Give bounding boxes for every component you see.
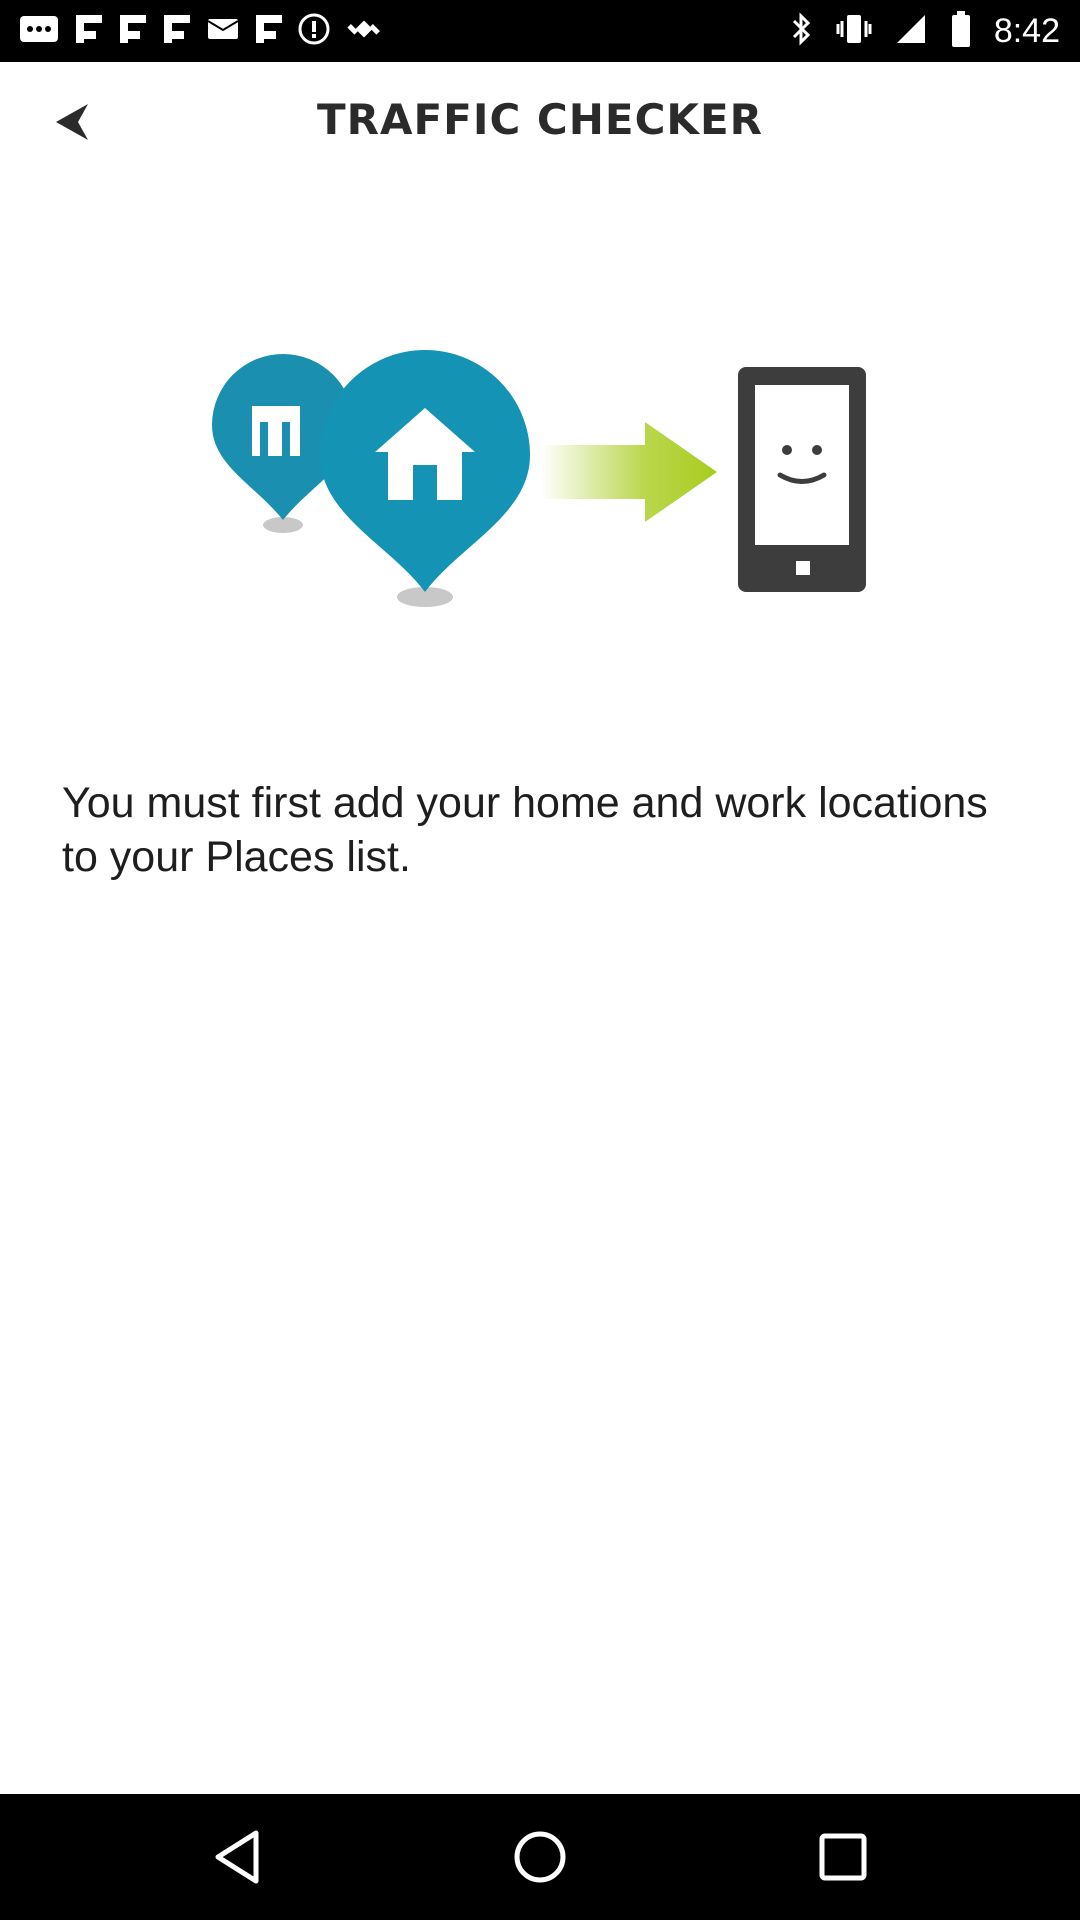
flipboard-icon xyxy=(162,13,192,50)
traffic-illustration xyxy=(200,340,880,630)
status-bar: 8:42 xyxy=(0,0,1080,62)
back-button[interactable] xyxy=(40,90,104,154)
smartphone-smiley-icon xyxy=(738,367,866,592)
data-off-icon xyxy=(894,12,928,51)
flipboard-icon xyxy=(118,13,148,50)
recents-nav-icon xyxy=(819,1833,867,1881)
flipboard-icon xyxy=(74,13,104,50)
system-nav-bar xyxy=(0,1794,1080,1920)
home-location-pin-icon xyxy=(320,350,530,607)
app-header: TRAFFIC CHECKER xyxy=(0,62,1080,178)
bluetooth-icon xyxy=(790,11,814,52)
nav-home-button[interactable] xyxy=(500,1817,580,1897)
instruction-message: You must first add your home and work lo… xyxy=(62,779,988,881)
arrow-right-icon xyxy=(540,422,717,522)
nav-recents-button[interactable] xyxy=(803,1817,883,1897)
status-time: 8:42 xyxy=(993,11,1060,50)
back-nav-icon xyxy=(215,1830,259,1884)
flipboard-icon xyxy=(254,13,284,50)
mail-icon xyxy=(206,15,240,48)
battery-icon xyxy=(950,10,972,53)
alert-icon xyxy=(298,13,330,50)
vibrate-icon xyxy=(836,12,872,51)
more-icon xyxy=(18,14,60,49)
page-title: TRAFFIC CHECKER xyxy=(316,95,763,144)
satellite-icon xyxy=(344,9,384,54)
system-icons: 8:42 xyxy=(790,0,1060,62)
back-arrow-icon xyxy=(56,104,88,140)
notification-icons xyxy=(18,0,384,62)
nav-back-button[interactable] xyxy=(197,1817,277,1897)
home-nav-icon xyxy=(514,1831,566,1883)
